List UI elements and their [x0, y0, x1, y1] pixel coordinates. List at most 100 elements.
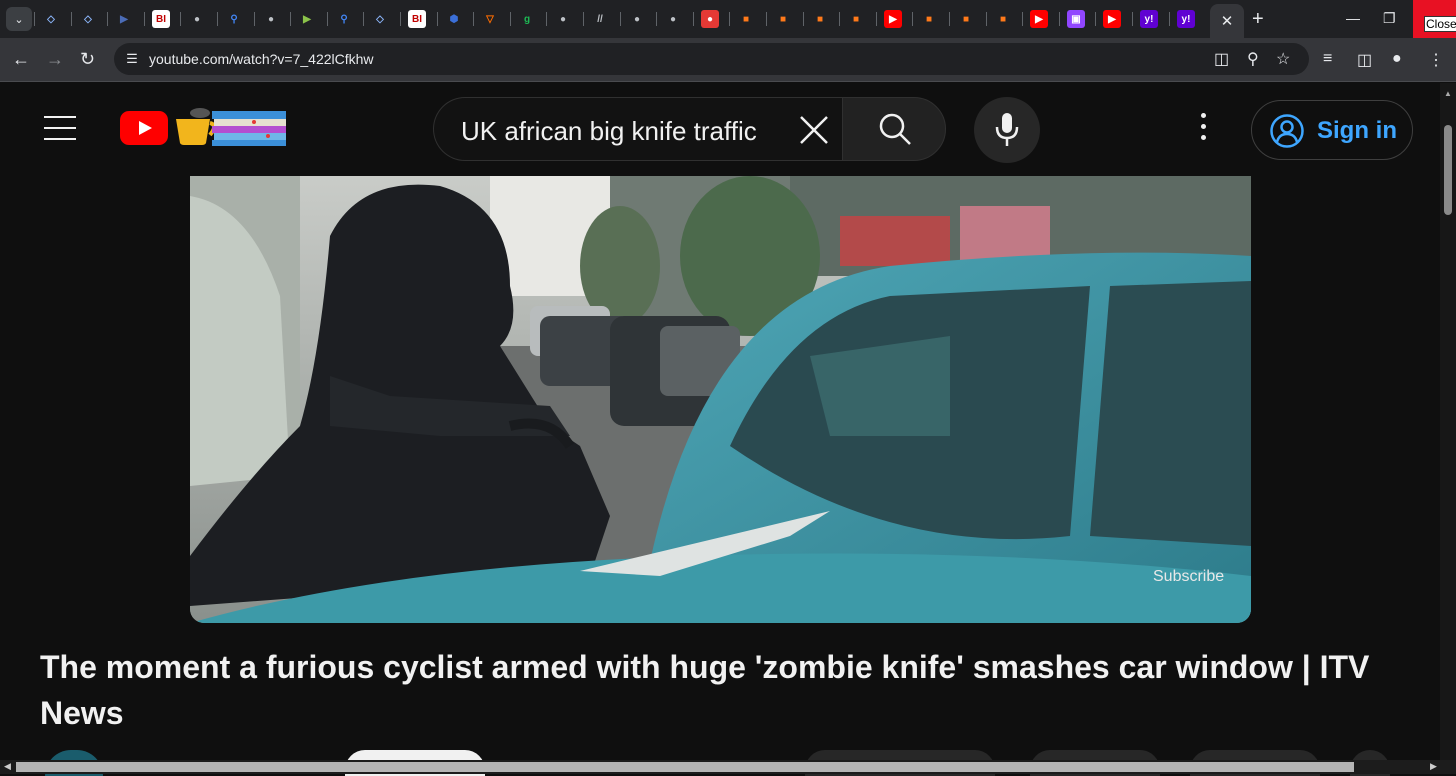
- tab-separator: [437, 12, 438, 26]
- tab-separator: [144, 12, 145, 26]
- tab-favicon-icon[interactable]: ▣: [1067, 10, 1085, 28]
- tab-favicon-icon[interactable]: ■: [920, 10, 938, 28]
- bookmark-star-icon[interactable]: ☆: [1276, 49, 1290, 69]
- youtube-masthead: UK african big knife traffic Sign in: [0, 83, 1440, 175]
- install-app-icon[interactable]: ◫: [1214, 49, 1229, 69]
- tab-favicon-icon[interactable]: ●: [664, 10, 682, 28]
- subscribe-watermark[interactable]: Subscribe: [1153, 568, 1224, 586]
- tab-favicon-icon[interactable]: ▶: [115, 10, 133, 28]
- restore-icon[interactable]: ❐: [1383, 10, 1396, 27]
- tab-separator: [254, 12, 255, 26]
- search-box[interactable]: UK african big knife traffic: [433, 97, 843, 161]
- tab-separator: [473, 12, 474, 26]
- zoom-icon[interactable]: ⚲: [1247, 49, 1259, 69]
- tab-separator: [1095, 12, 1096, 26]
- tab-separator: [1132, 12, 1133, 26]
- reading-list-icon[interactable]: ≡: [1323, 50, 1332, 68]
- tab-favicon-icon[interactable]: ■: [737, 10, 755, 28]
- tab-favicon-icon[interactable]: ⚲: [335, 10, 353, 28]
- tab-separator: [327, 12, 328, 26]
- new-tab-plus-icon[interactable]: +: [1252, 9, 1264, 29]
- tab-separator: [510, 12, 511, 26]
- scroll-up-icon[interactable]: ▲: [1444, 89, 1452, 98]
- tab-favicon-icon[interactable]: ▶: [298, 10, 316, 28]
- tab-favicon-icon[interactable]: ■: [847, 10, 865, 28]
- tab-favicon-icon[interactable]: ●: [701, 10, 719, 28]
- tab-favicon-icon[interactable]: ●: [188, 10, 206, 28]
- clear-search-icon[interactable]: [796, 112, 832, 148]
- url-text[interactable]: youtube.com/watch?v=7_422lCfkhw: [149, 51, 374, 67]
- tab-favicon-icon[interactable]: ⚲: [225, 10, 243, 28]
- tab-favicon-icon[interactable]: BI: [408, 10, 426, 28]
- tab-separator: [620, 12, 621, 26]
- voice-search-button[interactable]: [974, 97, 1040, 163]
- tab-favicon-icon[interactable]: ▽: [481, 10, 499, 28]
- guide-menu-icon[interactable]: [44, 116, 76, 140]
- sign-in-button[interactable]: Sign in: [1251, 100, 1413, 160]
- account-circle-icon: [1270, 114, 1304, 148]
- tab-favicon-icon[interactable]: ◇: [371, 10, 389, 28]
- tab-favicon-icon[interactable]: g: [518, 10, 536, 28]
- reload-icon[interactable]: ↻: [80, 49, 95, 69]
- profile-icon[interactable]: ●: [1392, 50, 1402, 68]
- tab-favicon-icon[interactable]: ▶: [884, 10, 902, 28]
- video-player[interactable]: Subscribe: [190, 176, 1251, 623]
- close-tooltip: Close: [1424, 16, 1456, 32]
- tab-favicon-icon[interactable]: ■: [957, 10, 975, 28]
- tab-favicon-icon[interactable]: //: [591, 10, 609, 28]
- video-frame: [190, 176, 1251, 623]
- search-icon: [879, 113, 911, 145]
- tab-separator: [546, 12, 547, 26]
- doodle-cup-books-icon[interactable]: [172, 105, 288, 147]
- tab-favicon-icon[interactable]: ●: [628, 10, 646, 28]
- tab-separator: [583, 12, 584, 26]
- back-arrow-icon[interactable]: ←: [12, 49, 30, 69]
- tab-separator: [34, 12, 35, 26]
- browser-menu-icon[interactable]: ⋮: [1428, 50, 1444, 70]
- youtube-logo-icon[interactable]: [120, 111, 168, 145]
- vertical-scroll-thumb[interactable]: [1444, 125, 1452, 215]
- video-title: The moment a furious cyclist armed with …: [40, 649, 1370, 731]
- tab-favicon-icon[interactable]: ⬢: [445, 10, 463, 28]
- tab-favicon-icon[interactable]: ◇: [42, 10, 60, 28]
- tab-favicon-icon[interactable]: ●: [554, 10, 572, 28]
- tab-favicon-icon[interactable]: y!: [1177, 10, 1195, 28]
- sign-in-label: Sign in: [1317, 117, 1397, 144]
- browser-tab-strip: ⌄ ◇ ◇ ▶ BI ● ⚲ ● ▶ ⚲ ◇ BI ⬢ ▽ g ●//● ● ● ■ ■ ■ ■ ▶ ■ ■ ■ ▶ ▣ ▶ y! y! …: [0, 0, 1456, 38]
- search-input[interactable]: UK african big knife traffic: [461, 116, 757, 147]
- tab-separator: [839, 12, 840, 26]
- settings-more-icon[interactable]: [1193, 113, 1213, 145]
- tab-favicon-icon[interactable]: ■: [811, 10, 829, 28]
- tab-favicon-icon[interactable]: ◇: [79, 10, 97, 28]
- horizontal-scrollbar[interactable]: ◀ ▶: [0, 760, 1456, 774]
- tab-separator: [986, 12, 987, 26]
- horizontal-scroll-thumb[interactable]: [16, 762, 1354, 772]
- scroll-left-icon[interactable]: ◀: [4, 761, 11, 772]
- tab-favicon-icon[interactable]: ▶: [1103, 10, 1121, 28]
- tab-separator: [912, 12, 913, 26]
- site-info-icon[interactable]: ☰: [122, 49, 142, 69]
- minimize-icon[interactable]: —: [1346, 10, 1360, 26]
- tab-separator: [290, 12, 291, 26]
- search-button[interactable]: [842, 97, 946, 161]
- tab-favicon-icon[interactable]: ■: [994, 10, 1012, 28]
- tab-separator: [766, 12, 767, 26]
- tab-separator: [876, 12, 877, 26]
- address-bar[interactable]: ☰ youtube.com/watch?v=7_422lCfkhw ◫ ⚲ ☆: [114, 43, 1309, 75]
- active-tab-close-icon[interactable]: ✕: [1210, 4, 1244, 38]
- vertical-scrollbar[interactable]: ▲: [1440, 83, 1456, 760]
- tab-separator: [803, 12, 804, 26]
- scroll-right-icon[interactable]: ▶: [1430, 761, 1437, 772]
- tab-search-chevron-icon[interactable]: ⌄: [6, 7, 32, 31]
- tab-favicon-icon[interactable]: ●: [262, 10, 280, 28]
- tab-favicon-icon[interactable]: ■: [774, 10, 792, 28]
- browser-toolbar: ← → ↻ ☰ youtube.com/watch?v=7_422lCfkhw …: [0, 38, 1456, 82]
- tab-separator: [1022, 12, 1023, 26]
- tab-favicon-icon[interactable]: ▶: [1030, 10, 1048, 28]
- side-panel-icon[interactable]: ◫: [1357, 50, 1372, 70]
- microphone-icon: [995, 113, 1019, 146]
- tab-favicon-icon[interactable]: y!: [1140, 10, 1158, 28]
- tab-separator: [949, 12, 950, 26]
- tab-favicon-icon[interactable]: BI: [152, 10, 170, 28]
- forward-arrow-icon[interactable]: →: [46, 49, 64, 69]
